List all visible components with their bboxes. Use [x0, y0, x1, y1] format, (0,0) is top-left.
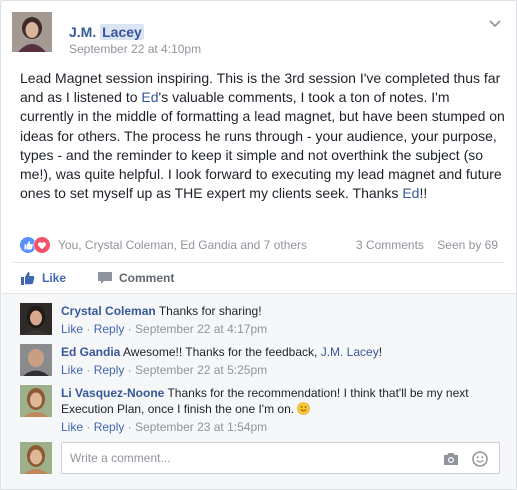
- comments-section: Crystal Coleman Thanks for sharing! Like…: [2, 293, 516, 489]
- viewer-avatar[interactable]: [20, 442, 52, 474]
- comment-reply-link[interactable]: Reply: [94, 363, 125, 377]
- comment-meta: Like · Reply · September 23 at 1:54pm: [61, 420, 268, 434]
- emoji-icon[interactable]: [472, 451, 488, 467]
- comment-icon: [98, 272, 112, 284]
- commenter-avatar[interactable]: [20, 344, 52, 376]
- post-author[interactable]: J.M. Lacey: [69, 24, 144, 40]
- comment-time[interactable]: September 22 at 4:17pm: [135, 322, 267, 336]
- comment-button[interactable]: Comment: [97, 270, 517, 286]
- comment-body: Crystal Coleman Thanks for sharing! Like…: [61, 303, 481, 337]
- comment-like-link[interactable]: Like: [61, 322, 83, 336]
- comment-time[interactable]: September 23 at 1:54pm: [135, 420, 267, 434]
- mention-jm-lacey[interactable]: J.M. Lacey: [321, 345, 379, 359]
- camera-icon[interactable]: [443, 452, 459, 466]
- post-body: Lead Magnet session inspiring. This is t…: [20, 70, 505, 202]
- post-header: J.M. Lacey September 22 at 4:10pm: [12, 12, 502, 56]
- thumbs-up-icon: [21, 272, 35, 285]
- author-highlight: Lacey: [100, 24, 144, 40]
- comments-count[interactable]: 3 Comments: [356, 238, 424, 252]
- commenter-name[interactable]: Li Vasquez-Noone: [61, 386, 164, 400]
- divider: [13, 262, 505, 263]
- action-bar: Like Comment: [20, 268, 500, 290]
- comment-like-link[interactable]: Like: [61, 363, 83, 377]
- smiley-emoji-icon: [297, 402, 311, 415]
- commenter-avatar[interactable]: [20, 303, 52, 335]
- comment-like-link[interactable]: Like: [61, 420, 83, 434]
- post-timestamp[interactable]: September 22 at 4:10pm: [69, 42, 201, 56]
- mention-ed[interactable]: Ed: [141, 89, 158, 105]
- author-avatar[interactable]: [12, 12, 52, 52]
- like-button[interactable]: Like: [20, 270, 66, 286]
- commenter-avatar[interactable]: [20, 385, 52, 417]
- commenter-name[interactable]: Crystal Coleman: [61, 304, 156, 318]
- comment-input[interactable]: [70, 450, 430, 466]
- post-stats: 3 Comments Seen by 69: [346, 238, 498, 252]
- commenter-name[interactable]: Ed Gandia: [61, 345, 120, 359]
- seen-by[interactable]: Seen by 69: [437, 238, 498, 252]
- comment-body: Ed Gandia Awesome!! Thanks for the feedb…: [61, 344, 481, 378]
- comment-reply-link[interactable]: Reply: [94, 420, 125, 434]
- comment-meta: Like · Reply · September 22 at 4:17pm: [61, 322, 268, 336]
- comment-reply-link[interactable]: Reply: [94, 322, 125, 336]
- reaction-summary: You, Crystal Coleman, Ed Gandia and 7 ot…: [20, 236, 498, 254]
- reaction-names[interactable]: You, Crystal Coleman, Ed Gandia and 7 ot…: [58, 238, 307, 252]
- post-card: J.M. Lacey September 22 at 4:10pm Lead M…: [0, 0, 517, 490]
- reaction-icons[interactable]: [20, 236, 54, 254]
- comment-input-box: [61, 442, 500, 474]
- chevron-down-icon[interactable]: [488, 18, 502, 30]
- comment-meta: Like · Reply · September 22 at 5:25pm: [61, 363, 268, 377]
- comment-composer: [20, 442, 500, 474]
- comment-body: Li Vasquez-Noone Thanks for the recommen…: [61, 385, 481, 435]
- mention-ed-2[interactable]: Ed: [402, 185, 419, 201]
- comment-time[interactable]: September 22 at 5:25pm: [135, 363, 267, 377]
